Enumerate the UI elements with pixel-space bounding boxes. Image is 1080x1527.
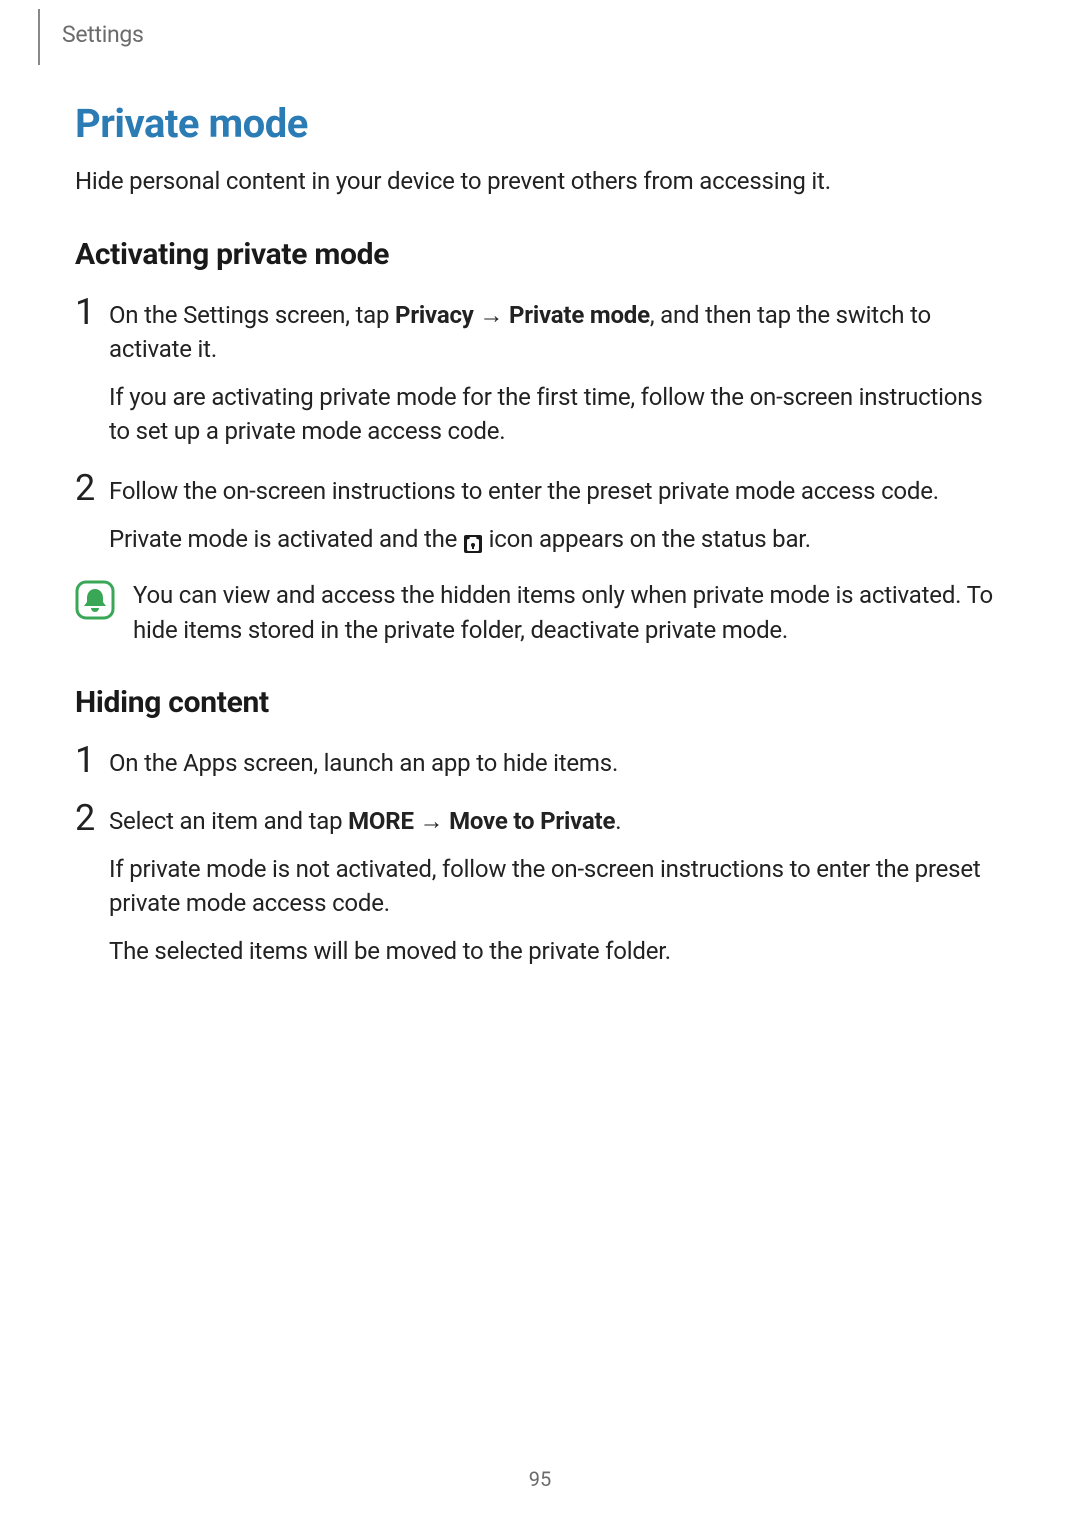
step-number: 1 (75, 294, 109, 330)
step-number: 2 (75, 800, 109, 836)
page-number: 95 (0, 1467, 1080, 1491)
text: If private mode is not activated, follow… (109, 852, 1005, 920)
private-mode-status-icon (463, 529, 483, 549)
note-row: You can view and access the hidden items… (75, 578, 1005, 646)
step-body: Follow the on-screen instructions to ent… (109, 474, 1005, 556)
text: On the Settings screen, tap (109, 301, 395, 329)
step-row: 2 Select an item and tap MORE → Move to … (75, 804, 1005, 968)
note-text: You can view and access the hidden items… (133, 578, 1005, 646)
text: On the Apps screen, launch an app to hid… (109, 746, 1005, 780)
step-row: 1 On the Apps screen, launch an app to h… (75, 746, 1005, 780)
bold-text: Private mode (509, 301, 650, 329)
header: Settings (38, 0, 144, 68)
text: Follow the on-screen instructions to ent… (109, 474, 1005, 508)
intro-text: Hide personal content in your device to … (75, 167, 1005, 195)
text: Private mode is activated and the (109, 525, 463, 553)
text: Select an item and tap (109, 807, 348, 835)
arrow-icon: → (414, 807, 449, 835)
step-body: On the Settings screen, tap Privacy → Pr… (109, 298, 1005, 448)
bold-text: Privacy (395, 301, 474, 329)
step-row: 1 On the Settings screen, tap Privacy → … (75, 298, 1005, 448)
text: icon appears on the status bar. (483, 525, 811, 553)
step-body: Select an item and tap MORE → Move to Pr… (109, 804, 1005, 968)
section-heading-activating: Activating private mode (75, 237, 1005, 272)
step-number: 2 (75, 470, 109, 506)
step-number: 1 (75, 742, 109, 778)
page-title: Private mode (75, 100, 1005, 147)
text: . (615, 807, 621, 835)
step-body: On the Apps screen, launch an app to hid… (109, 746, 1005, 780)
text: If you are activating private mode for t… (109, 380, 1005, 448)
header-divider (38, 9, 40, 65)
note-bell-icon (75, 580, 115, 620)
breadcrumb: Settings (62, 21, 144, 48)
page-content: Private mode Hide personal content in yo… (75, 100, 1005, 978)
bold-text: MORE (348, 807, 414, 835)
text: The selected items will be moved to the … (109, 934, 1005, 968)
section-heading-hiding: Hiding content (75, 685, 1005, 720)
arrow-icon: → (474, 301, 509, 329)
step-row: 2 Follow the on-screen instructions to e… (75, 474, 1005, 556)
bold-text: Move to Private (449, 807, 615, 835)
